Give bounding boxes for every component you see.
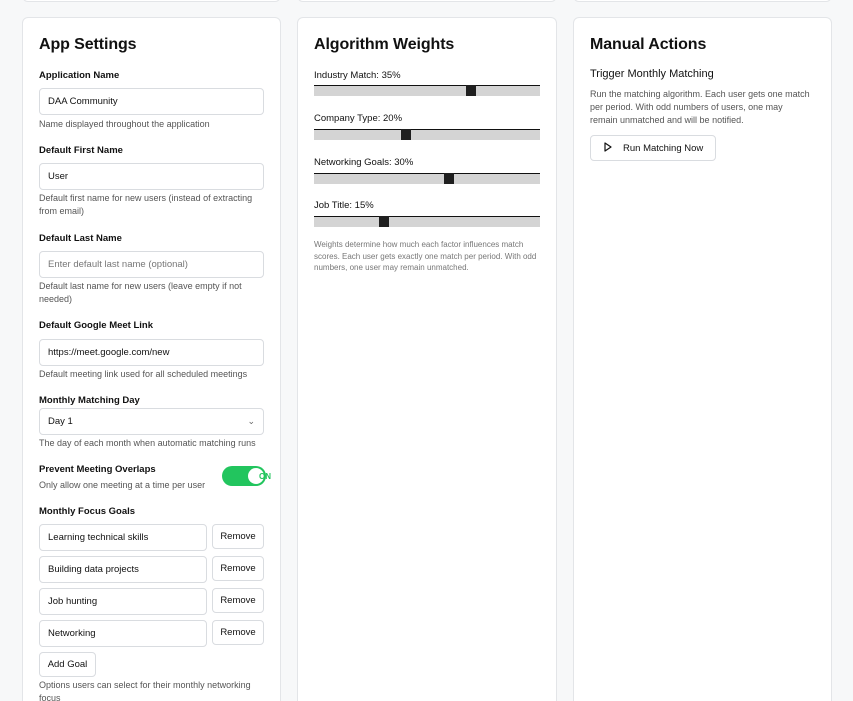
focus-goals-label: Monthly Focus Goals — [39, 506, 136, 517]
company-weight-slider[interactable] — [314, 129, 540, 140]
weights-note: Weights determine how much each factor i… — [314, 239, 546, 274]
meet-link-input[interactable]: https://meet.google.com/new — [39, 339, 264, 366]
slider-thumb[interactable] — [444, 173, 454, 184]
first-name-value: User — [48, 171, 69, 182]
slider-thumb[interactable] — [466, 85, 476, 96]
description-line: per period. With odd numbers of users, o… — [590, 102, 783, 112]
last-name-label: Default Last Name — [39, 233, 122, 244]
goal-input[interactable]: Building data projects — [39, 556, 207, 583]
focus-goals-help: Options users can select for their month… — [39, 679, 274, 701]
trigger-matching-description: Run the matching algorithm. Each user ge… — [590, 88, 824, 127]
weight-label-networking: Networking Goals: 30% — [314, 157, 414, 168]
networking-weight-slider[interactable] — [314, 173, 540, 184]
goal-value: Learning technical skills — [48, 532, 149, 543]
job-title-weight-slider[interactable] — [314, 216, 540, 227]
matching-day-help: The day of each month when automatic mat… — [39, 438, 256, 448]
play-icon — [603, 141, 615, 155]
overlaps-help: Only allow one meeting at a time per use… — [39, 480, 206, 490]
goal-input[interactable]: Networking — [39, 620, 207, 647]
remove-goal-button[interactable]: Remove — [212, 556, 264, 581]
first-name-help-line: Default first name for new users (instea… — [39, 193, 253, 203]
weight-label-company: Company Type: 20% — [314, 113, 403, 124]
first-name-label: Default First Name — [39, 145, 123, 156]
goal-value: Job hunting — [48, 596, 98, 607]
add-goal-button[interactable]: Add Goal — [39, 652, 96, 677]
remove-goal-button[interactable]: Remove — [212, 620, 264, 645]
goal-value: Building data projects — [48, 564, 139, 575]
first-name-help-line: from email) — [39, 206, 85, 216]
weight-label-job-title: Job Title: 15% — [314, 200, 374, 211]
last-name-help-line: needed) — [39, 294, 73, 304]
trigger-matching-heading: Trigger Monthly Matching — [590, 68, 714, 80]
first-name-input[interactable]: User — [39, 163, 264, 190]
industry-weight-slider[interactable] — [314, 85, 540, 96]
description-line: Run the matching algorithm. Each user ge… — [590, 89, 810, 99]
slider-thumb[interactable] — [401, 129, 411, 140]
meet-link-value: https://meet.google.com/new — [48, 347, 170, 358]
last-name-placeholder: Enter default last name (optional) — [48, 259, 188, 270]
goal-input[interactable]: Job hunting — [39, 588, 207, 615]
matching-day-select[interactable]: Day 1 ⌄ — [39, 408, 264, 435]
run-matching-label: Run Matching Now — [623, 142, 704, 154]
description-line: remain unmatched and will be notified. — [590, 115, 744, 125]
app-name-input[interactable]: DAA Community — [39, 88, 264, 115]
app-name-value: DAA Community — [48, 96, 118, 107]
matching-day-value: Day 1 — [48, 416, 73, 427]
weights-note-line: numbers, one user may remain unmatched. — [314, 263, 469, 272]
goal-input[interactable]: Learning technical skills — [39, 524, 207, 551]
focus-goals-help-line: focus — [39, 693, 61, 701]
app-settings-card: App Settings Application Name DAA Commun… — [22, 17, 281, 701]
run-matching-button[interactable]: Run Matching Now — [590, 135, 716, 161]
app-name-label: Application Name — [39, 70, 120, 81]
goal-value: Networking — [48, 628, 96, 639]
app-settings-title: App Settings — [39, 36, 137, 53]
toggle-on-text: ON — [259, 472, 271, 481]
last-name-input[interactable]: Enter default last name (optional) — [39, 251, 264, 278]
focus-goals-help-line: Options users can select for their month… — [39, 680, 251, 690]
meet-link-label: Default Google Meet Link — [39, 320, 154, 331]
previous-card-edge — [573, 0, 832, 2]
remove-goal-button[interactable]: Remove — [212, 588, 264, 613]
weights-note-line: scores. Each user gets exactly one match… — [314, 251, 537, 261]
last-name-help: Default last name for new users (leave e… — [39, 280, 269, 306]
overlaps-label: Prevent Meeting Overlaps — [39, 464, 156, 475]
last-name-help-line: Default last name for new users (leave e… — [39, 281, 242, 291]
previous-card-edge — [22, 0, 281, 2]
app-name-help: Name displayed throughout the applicatio… — [39, 119, 210, 129]
chevron-down-icon: ⌄ — [247, 416, 255, 426]
manual-actions-title: Manual Actions — [590, 36, 707, 53]
remove-goal-button[interactable]: Remove — [212, 524, 264, 549]
matching-day-label: Monthly Matching Day — [39, 395, 140, 406]
weight-label-industry: Industry Match: 35% — [314, 70, 401, 81]
weights-note-line: Weights determine how much each factor i… — [314, 240, 524, 249]
manual-actions-card: Manual Actions Trigger Monthly Matching … — [573, 17, 832, 701]
overlaps-toggle[interactable]: ON — [222, 466, 271, 486]
previous-card-edge — [297, 0, 557, 2]
meet-link-help: Default meeting link used for all schedu… — [39, 369, 248, 379]
algorithm-weights-title: Algorithm Weights — [314, 36, 455, 53]
first-name-help: Default first name for new users (instea… — [39, 192, 269, 218]
slider-thumb[interactable] — [379, 216, 389, 227]
algorithm-weights-card: Algorithm Weights Industry Match: 35% Co… — [297, 17, 557, 701]
